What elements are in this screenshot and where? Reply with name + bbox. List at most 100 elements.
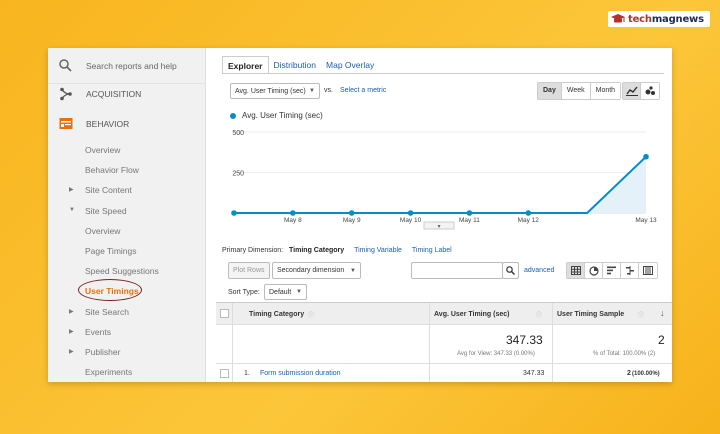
motion-chart-button[interactable] xyxy=(641,83,659,99)
month-button[interactable]: Month xyxy=(590,83,621,99)
data-point[interactable] xyxy=(407,210,414,216)
sidebar-item-overview[interactable]: Overview xyxy=(48,144,206,158)
help-icon: ⓘ xyxy=(638,313,645,319)
legend-dot xyxy=(230,112,236,119)
dimension-timing-category[interactable]: Timing Category xyxy=(289,247,344,254)
x-tick-label: May 9 xyxy=(343,217,361,224)
logo-text-magnews: magnews xyxy=(651,13,704,25)
table-view-performance[interactable] xyxy=(603,263,621,278)
row-avg-value: 347.33 xyxy=(523,370,545,377)
metric-select[interactable]: Avg. User Timing (sec) ▼ xyxy=(230,83,320,99)
day-button[interactable]: Day xyxy=(538,83,562,99)
header-user-timing-sample[interactable]: User Timing Sample xyxy=(557,311,624,318)
chart-legend: Avg. User Timing (sec) xyxy=(230,111,323,120)
data-point[interactable] xyxy=(290,210,296,216)
sidebar-item-label: Site Search xyxy=(85,306,129,317)
caret-right-icon: ▶ xyxy=(69,187,74,194)
data-point[interactable] xyxy=(466,210,473,216)
plot-rows-button[interactable]: Plot Rows xyxy=(228,262,270,279)
row-sample-percent: (100.00%) xyxy=(632,371,660,377)
data-point[interactable] xyxy=(348,210,355,216)
series-area xyxy=(234,156,646,213)
x-tick-label: May 10 xyxy=(400,217,422,224)
report-tabs: Explorer Distribution Map Overlay xyxy=(222,56,379,74)
total-sample-subtext: % of Total: 100.00% (2) xyxy=(593,351,656,357)
data-point[interactable] xyxy=(643,153,649,160)
tab-map-overlay[interactable]: Map Overlay xyxy=(321,56,379,74)
x-tick-label: May 8 xyxy=(284,217,302,224)
sidebar-search[interactable]: Search reports and help xyxy=(48,48,206,84)
primary-dimension-label: Primary Dimension: xyxy=(222,247,284,254)
help-icon: ⓘ xyxy=(308,313,315,319)
acquisition-icon xyxy=(59,87,73,106)
select-metric-link[interactable]: Select a metric xyxy=(340,87,386,94)
sidebar-item-label: Site Speed xyxy=(85,205,127,216)
row-checkbox[interactable] xyxy=(220,369,229,378)
tab-divider xyxy=(222,73,664,74)
chevron-down-icon: ▼ xyxy=(296,289,302,295)
table-view-pivot[interactable] xyxy=(639,263,657,278)
sidebar-item-experiments[interactable]: Experiments xyxy=(48,366,206,380)
week-button[interactable]: Week xyxy=(561,83,591,99)
series-line xyxy=(234,156,647,214)
sidebar-item-site-speed[interactable]: ▼ Site Speed xyxy=(48,205,206,219)
sidebar-item-behavior-flow[interactable]: Behavior Flow xyxy=(48,164,206,178)
sidebar-label: BEHAVIOR xyxy=(86,119,130,129)
vs-label: vs. xyxy=(324,87,333,94)
table-search-button[interactable] xyxy=(502,262,519,279)
data-point[interactable] xyxy=(525,210,532,216)
table-view-data[interactable] xyxy=(567,263,585,278)
data-point[interactable] xyxy=(231,210,237,216)
row-index: 1. xyxy=(244,370,250,377)
search-icon xyxy=(59,59,72,77)
line-chart-button[interactable] xyxy=(623,83,641,99)
table-view-buttons xyxy=(566,262,658,279)
tab-distribution[interactable]: Distribution xyxy=(269,56,322,74)
primary-dimension-bar: Primary Dimension: Timing Category Timin… xyxy=(222,247,452,254)
data-table: Timing Category ⓘ Avg. User Timing (sec)… xyxy=(216,302,672,382)
sidebar-item-label: Overview xyxy=(85,145,121,155)
sidebar-item-site-search[interactable]: ▶ Site Search xyxy=(48,306,206,320)
sidebar-item-label: Experiments xyxy=(85,367,133,378)
sidebar-label: ACQUISITION xyxy=(86,89,142,99)
grid-icon xyxy=(570,266,581,275)
x-tick-label: May 11 xyxy=(459,217,480,224)
highlight-circle xyxy=(78,279,142,301)
header-timing-category[interactable]: Timing Category xyxy=(249,311,304,318)
col-divider xyxy=(429,303,430,382)
sidebar-item-events[interactable]: ▶ Events xyxy=(48,326,206,340)
sort-type-label: Sort Type: xyxy=(228,289,260,296)
caret-right-icon: ▶ xyxy=(69,308,74,315)
select-all-checkbox[interactable] xyxy=(220,309,229,318)
techmagnews-logo: tech magnews xyxy=(608,11,710,27)
secondary-dimension-select[interactable]: Secondary dimension ▼ xyxy=(272,262,361,279)
dimension-timing-variable[interactable]: Timing Variable xyxy=(354,247,402,254)
sidebar-item-publisher[interactable]: ▶ Publisher xyxy=(48,346,206,360)
sidebar-item-label: Events xyxy=(85,326,111,337)
dimension-timing-label[interactable]: Timing Label xyxy=(412,247,452,254)
sort-type-select[interactable]: Default ▼ xyxy=(264,284,307,300)
search-input[interactable]: Search reports and help xyxy=(86,61,177,71)
sidebar-item-speed-suggestions[interactable]: Speed Suggestions xyxy=(48,265,206,279)
sidebar-item-behavior[interactable]: BEHAVIOR xyxy=(48,116,206,132)
sort-descending-icon[interactable]: ↓ xyxy=(660,308,665,318)
advanced-link[interactable]: advanced xyxy=(524,267,554,274)
sidebar-item-label: Overview xyxy=(85,225,121,236)
table-view-pie[interactable] xyxy=(585,263,603,278)
pivot-icon xyxy=(643,266,653,275)
sidebar-item-site-content[interactable]: ▶ Site Content xyxy=(48,184,206,198)
total-avg-value: 347.33 xyxy=(506,333,543,347)
x-tick-label: May 13 xyxy=(635,217,657,224)
header-avg-user-timing[interactable]: Avg. User Timing (sec) xyxy=(434,311,509,318)
sidebar-item-acquisition[interactable]: ACQUISITION xyxy=(48,86,206,102)
sidebar-item-page-timings[interactable]: Page Timings xyxy=(48,245,206,259)
tab-explorer[interactable]: Explorer xyxy=(222,56,269,74)
sidebar-item-label: Speed Suggestions xyxy=(85,266,159,277)
table-view-comparison[interactable] xyxy=(621,263,639,278)
caret-right-icon: ▶ xyxy=(69,349,74,355)
row-category-link[interactable]: Form submission duration xyxy=(260,370,341,377)
table-search-input[interactable] xyxy=(411,262,503,279)
col-divider xyxy=(552,303,553,382)
sidebar-item-overview[interactable]: Overview xyxy=(48,225,206,239)
y-tick-label: 500 xyxy=(232,130,244,137)
